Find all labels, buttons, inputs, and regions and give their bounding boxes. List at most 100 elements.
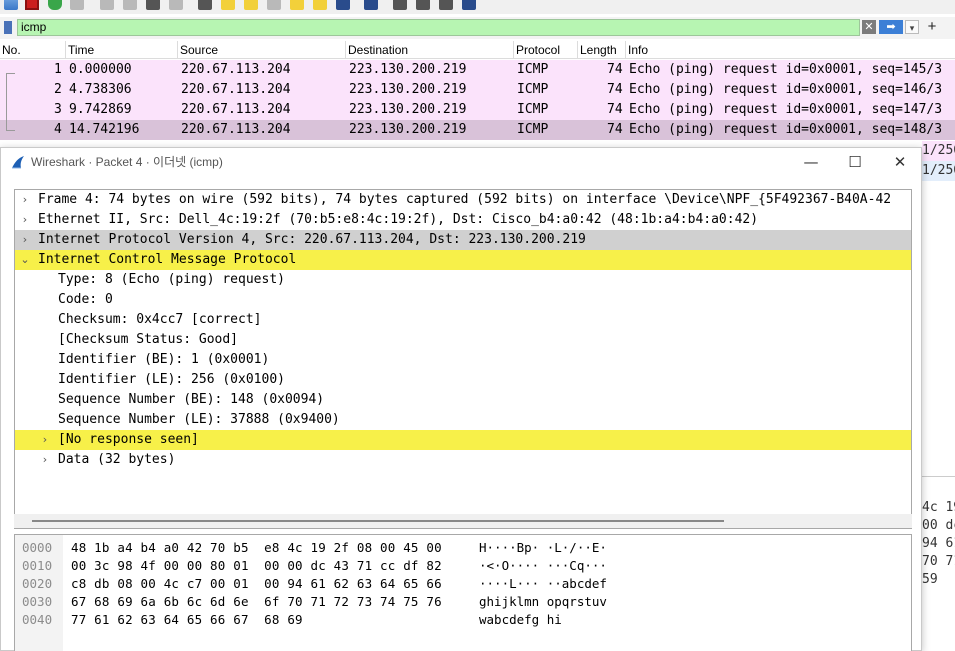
collapsed-arrow-icon[interactable]: › (19, 210, 31, 230)
column-protocol[interactable]: Protocol (514, 41, 578, 59)
packet-row[interactable]: 2 4.738306 220.67.113.204 223.130.200.21… (0, 80, 955, 100)
packet-length: 74 (607, 62, 623, 77)
detail-tree-text: Internet Protocol Version 4, Src: 220.67… (38, 232, 586, 247)
hex-bytes[interactable]: 48 1b a4 b4 a0 42 70 b5 e8 4c 19 2f 08 0… (71, 539, 442, 557)
close-file-icon[interactable] (146, 0, 160, 10)
hex-bytes[interactable]: 77 61 62 63 64 65 66 67 68 69 (71, 611, 303, 629)
detail-tree-item[interactable]: [Checksum Status: Good] (15, 330, 911, 350)
find-packet-icon[interactable] (198, 0, 212, 10)
hex-ascii[interactable]: ·<·O···· ···Cq··· (479, 557, 607, 575)
bytes-fragment: 00 dc (922, 518, 955, 533)
hex-ascii[interactable]: wabcdefg hi (479, 611, 562, 629)
column-source[interactable]: Source (178, 41, 346, 59)
hex-offset: 0030 (22, 594, 53, 609)
dialog-titlebar[interactable]: Wireshark · Packet 4 · 이더넷 (icmp) — ☐ ✕ (1, 148, 921, 178)
packet-protocol: ICMP (517, 82, 549, 97)
save-file-icon[interactable] (123, 0, 137, 10)
go-forward-icon[interactable] (244, 0, 258, 10)
reload-file-icon[interactable] (169, 0, 183, 10)
detail-tree-item[interactable]: › Ethernet II, Src: Dell_4c:19:2f (70:b5:… (15, 210, 911, 230)
hex-offset: 0040 (22, 612, 53, 627)
normal-size-icon[interactable] (439, 0, 453, 10)
apply-filter-button[interactable]: ➡ (879, 20, 903, 34)
detail-tree-item[interactable]: Checksum: 0x4cc7 [correct] (15, 310, 911, 330)
hex-ascii[interactable]: ghijklmn opqrstuv (479, 593, 607, 611)
display-filter-input[interactable]: icmp (17, 19, 860, 36)
detail-tree-item[interactable]: Sequence Number (LE): 37888 (0x9400) (15, 410, 911, 430)
collapsed-arrow-icon[interactable]: › (39, 450, 51, 470)
collapsed-arrow-icon[interactable]: › (39, 430, 51, 450)
hex-bytes[interactable]: 67 68 69 6a 6b 6c 6d 6e 6f 70 71 72 73 7… (71, 593, 442, 611)
expanded-arrow-icon[interactable]: ⌄ (19, 250, 31, 270)
packet-row[interactable]: 3 9.742869 220.67.113.204 223.130.200.21… (0, 100, 955, 120)
zoom-in-icon[interactable] (393, 0, 407, 10)
hex-ascii[interactable]: ····L··· ··abcdef (479, 575, 607, 593)
minimize-button[interactable]: — (796, 152, 826, 172)
close-button[interactable]: ✕ (885, 152, 915, 172)
packet-row[interactable]: 1 0.000000 220.67.113.204 223.130.200.21… (0, 60, 955, 80)
detail-tree-item[interactable]: › Data (32 bytes) (15, 450, 911, 470)
packet-time: 4.738306 (69, 82, 132, 97)
hex-row[interactable]: 0020 c8 db 08 00 4c c7 00 01 00 94 61 62 … (15, 575, 911, 593)
packet-length: 74 (607, 102, 623, 117)
hex-bytes[interactable]: 00 3c 98 4f 00 00 80 01 00 00 dc 43 71 c… (71, 557, 442, 575)
hex-offset: 0020 (22, 576, 53, 591)
hex-row[interactable]: 0040 77 61 62 63 64 65 66 67 68 69 wabcdef… (15, 611, 911, 629)
column-destination[interactable]: Destination (346, 41, 514, 59)
hex-row[interactable]: 0030 67 68 69 6a 6b 6c 6d 6e 6f 70 71 72 … (15, 593, 911, 611)
colorize-icon[interactable] (364, 0, 378, 10)
restart-capture-icon[interactable] (48, 0, 62, 10)
packet-row-selected[interactable]: 4 14.742196 220.67.113.204 223.130.200.2… (0, 120, 955, 140)
hex-row[interactable]: 0010 00 3c 98 4f 00 00 80 01 00 00 dc 43 … (15, 557, 911, 575)
detail-tree-text: Checksum: 0x4cc7 [correct] (58, 312, 262, 327)
zoom-out-icon[interactable] (416, 0, 430, 10)
background-bytes-pane: 4c 19 00 dc 94 61 70 71 59 (922, 476, 955, 651)
scrollbar-thumb[interactable] (32, 520, 724, 522)
add-filter-button[interactable]: + (925, 18, 939, 36)
go-to-packet-icon[interactable] (267, 0, 281, 10)
detail-tree-item[interactable]: Identifier (LE): 256 (0x0100) (15, 370, 911, 390)
packet-info-fragment: 1/256 (922, 141, 955, 161)
first-packet-icon[interactable] (290, 0, 304, 10)
clear-filter-button[interactable]: ✕ (862, 20, 876, 34)
detail-tree-item[interactable]: › Frame 4: 74 bytes on wire (592 bits), 7… (15, 190, 911, 210)
stop-capture-icon[interactable] (25, 0, 39, 10)
detail-tree-item[interactable]: Sequence Number (BE): 148 (0x0094) (15, 390, 911, 410)
column-info[interactable]: Info (626, 41, 955, 59)
go-back-icon[interactable] (221, 0, 235, 10)
packet-source: 220.67.113.204 (181, 62, 291, 77)
bookmark-icon[interactable] (4, 21, 12, 34)
detail-tree-item[interactable]: Type: 8 (Echo (ping) request) (15, 270, 911, 290)
detail-tree-item[interactable]: › Internet Protocol Version 4, Src: 220.6… (15, 230, 911, 250)
detail-tree-item[interactable]: › [No response seen] (15, 430, 911, 450)
detail-tree-item[interactable]: ⌄ Internet Control Message Protocol (15, 250, 911, 270)
column-no[interactable]: No. (0, 41, 66, 59)
capture-options-icon[interactable] (70, 0, 84, 10)
shark-fin-start-icon[interactable] (4, 0, 18, 10)
hex-ascii[interactable]: H····Bp· ·L·/··E· (479, 539, 607, 557)
detail-tree-item[interactable]: Code: 0 (15, 290, 911, 310)
conversation-bracket (6, 73, 15, 131)
collapsed-arrow-icon[interactable]: › (19, 230, 31, 250)
hex-bytes[interactable]: c8 db 08 00 4c c7 00 01 00 94 61 62 63 6… (71, 575, 442, 593)
packet-time: 9.742869 (69, 102, 132, 117)
auto-scroll-icon[interactable] (336, 0, 350, 10)
wireshark-logo-icon (12, 156, 24, 169)
detail-horizontal-scrollbar[interactable] (14, 514, 912, 528)
column-length[interactable]: Length (578, 41, 626, 59)
last-packet-icon[interactable] (313, 0, 327, 10)
collapsed-arrow-icon[interactable]: › (19, 190, 31, 210)
resize-columns-icon[interactable] (462, 0, 476, 10)
open-file-icon[interactable] (100, 0, 114, 10)
packet-length: 74 (607, 122, 623, 137)
bytes-fragment: 70 71 (922, 554, 955, 569)
column-time[interactable]: Time (66, 41, 178, 59)
hex-row[interactable]: 0000 48 1b a4 b4 a0 42 70 b5 e8 4c 19 2f … (15, 539, 911, 557)
filter-history-dropdown[interactable]: ▾ (905, 20, 919, 34)
detail-tree-text: [Checksum Status: Good] (58, 332, 239, 347)
packet-info: Echo (ping) request id=0x0001, seq=146/3 (629, 82, 943, 97)
detail-tree-item[interactable]: Identifier (BE): 1 (0x0001) (15, 350, 911, 370)
maximize-button[interactable]: ☐ (840, 152, 870, 172)
packet-list-header: No. Time Source Destination Protocol Len… (0, 41, 955, 59)
packet-bytes-pane: 0000 48 1b a4 b4 a0 42 70 b5 e8 4c 19 2f … (14, 534, 912, 651)
